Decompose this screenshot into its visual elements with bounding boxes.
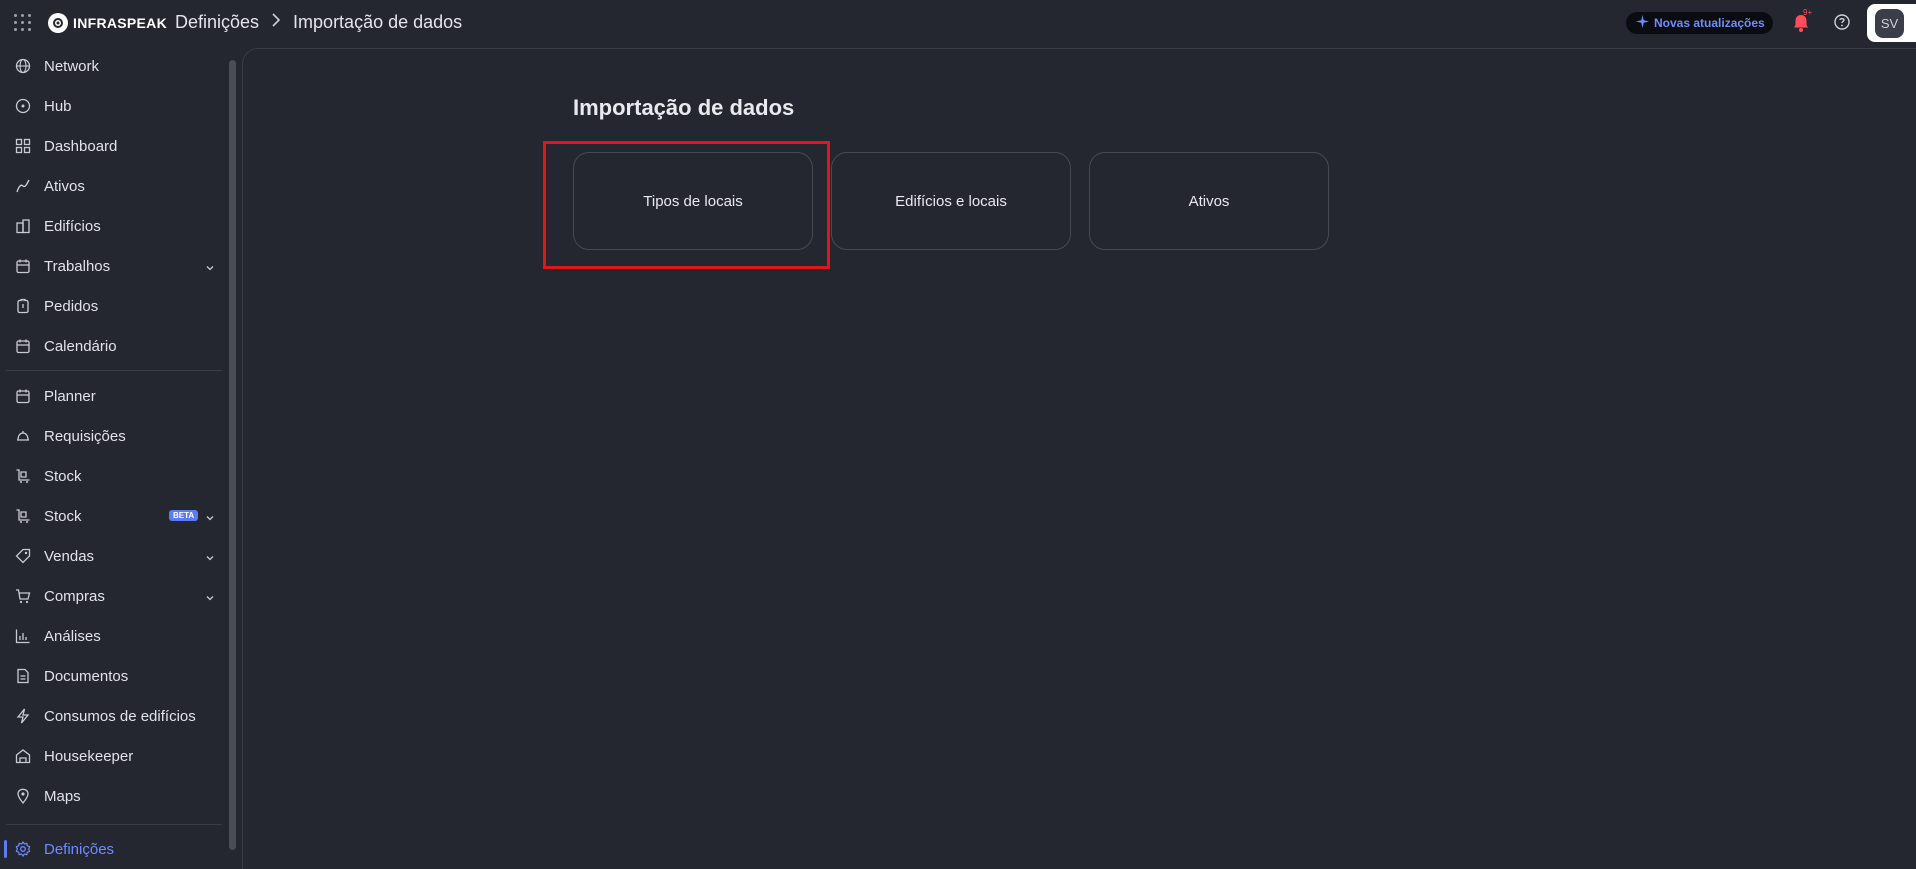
sidebar-item-label: Network (44, 57, 100, 75)
sidebar-item-label: Hub (44, 97, 72, 115)
updates-button[interactable]: Novas atualizações (1626, 12, 1773, 34)
requests-icon (15, 298, 31, 314)
sidebar-item-label: Stock (44, 507, 82, 525)
card-label: Ativos (1188, 192, 1230, 210)
sidebar-item-definicoes[interactable]: Definições (0, 829, 222, 869)
main-content (242, 48, 1916, 869)
work-icon (15, 258, 31, 274)
sidebar-item-ativos[interactable]: Ativos (0, 166, 222, 206)
sidebar-item-compras[interactable]: Compras (0, 576, 222, 616)
gear-icon (15, 840, 31, 858)
sidebar-item-planner[interactable]: Planner (0, 376, 222, 416)
sidebar-item-label: Ativos (44, 177, 85, 195)
help-icon[interactable] (1833, 13, 1853, 33)
breadcrumb: Definições Importação de dados (175, 12, 462, 33)
sidebar-item-dashboard[interactable]: Dashboard (0, 126, 222, 166)
sidebar-divider (6, 370, 222, 371)
hub-icon (15, 98, 31, 114)
cart-icon (15, 588, 31, 604)
apps-grid-icon[interactable] (14, 14, 32, 32)
sidebar-divider (6, 824, 222, 825)
sidebar-item-pedidos[interactable]: Pedidos (0, 286, 222, 326)
sidebar-item-label: Housekeeper (44, 747, 134, 765)
sidebar-item-consumos[interactable]: Consumos de edifícios (0, 696, 222, 736)
sidebar-scrollbar[interactable] (229, 60, 236, 850)
sidebar-item-analises[interactable]: Análises (0, 616, 222, 656)
beta-badge: BETA (169, 510, 199, 521)
sidebar-item-network[interactable]: Network (0, 46, 222, 86)
sidebar-item-vendas[interactable]: Vendas (0, 536, 222, 576)
analytics-icon (15, 628, 31, 644)
sidebar-item-label: Calendário (44, 337, 117, 355)
sidebar-item-trabalhos[interactable]: Trabalhos (0, 246, 222, 286)
sidebar-item-label: Dashboard (44, 137, 118, 155)
sidebar-item-stock[interactable]: Stock (0, 456, 222, 496)
assets-icon (15, 178, 31, 194)
sidebar-item-hub[interactable]: Hub (0, 86, 222, 126)
breadcrumb-current: Importação de dados (293, 12, 463, 32)
sidebar-item-label: Análises (44, 627, 101, 645)
sidebar-item-calendario[interactable]: Calendário (0, 326, 222, 366)
highlight-box (543, 141, 830, 269)
brand-logo[interactable]: INFRASPEAK (48, 13, 167, 33)
user-menu[interactable]: SV (1867, 4, 1916, 42)
network-icon (15, 58, 31, 74)
import-card-edificios-e-locais[interactable]: Edifícios e locais (831, 152, 1071, 250)
card-label: Edifícios e locais (895, 192, 1007, 210)
chevron-down-icon[interactable] (205, 590, 215, 601)
housekeeper-icon (15, 748, 31, 764)
sidebar-item-label: Planner (44, 387, 96, 405)
sidebar-item-housekeeper[interactable]: Housekeeper (0, 736, 222, 776)
sidebar-item-label: Edifícios (44, 217, 101, 235)
chevron-down-icon[interactable] (205, 550, 215, 561)
energy-icon (15, 708, 31, 724)
breadcrumb-parent[interactable]: Definições (175, 12, 259, 33)
sidebar-item-label: Maps (44, 787, 81, 805)
sidebar-item-label: Pedidos (44, 297, 99, 315)
infraspeak-logo-icon (48, 13, 68, 33)
top-bar: INFRASPEAK Definições Importação de dado… (0, 0, 1916, 46)
documents-icon (15, 668, 31, 684)
sales-icon (15, 548, 31, 564)
sidebar-item-label: Vendas (44, 547, 95, 565)
notification-badge: 9+ (1803, 8, 1813, 17)
stock-icon (15, 468, 31, 484)
avatar: SV (1875, 9, 1904, 38)
import-card-ativos[interactable]: Ativos (1089, 152, 1329, 250)
chevron-down-icon[interactable] (205, 510, 215, 521)
sidebar-item-label: Compras (44, 587, 105, 605)
stock-icon (15, 508, 31, 524)
sidebar-item-label: Documentos (44, 667, 129, 685)
sidebar-item-label: Definições (44, 840, 115, 858)
brand-name: INFRASPEAK (73, 15, 168, 31)
sidebar-item-label: Trabalhos (44, 257, 111, 275)
sidebar-item-documentos[interactable]: Documentos (0, 656, 222, 696)
sidebar-item-stock-beta[interactable]: Stock BETA (0, 496, 222, 536)
planner-icon (15, 388, 31, 404)
sidebar-item-edificios[interactable]: Edifícios (0, 206, 222, 246)
map-pin-icon (15, 788, 31, 805)
updates-label: Novas atualizações (1654, 16, 1765, 30)
requisitions-icon (15, 428, 31, 444)
sidebar-item-label: Requisições (44, 427, 126, 445)
dashboard-icon (15, 138, 31, 154)
sidebar-item-label: Consumos de edifícios (44, 707, 196, 725)
calendar-icon (15, 338, 31, 354)
buildings-icon (15, 218, 31, 234)
sidebar: Network Hub Dashboard Ativos Edifícios T… (0, 46, 228, 863)
sparkle-icon (1636, 15, 1649, 31)
page-title: Importação de dados (573, 95, 795, 120)
sidebar-item-label: Stock (44, 467, 82, 485)
chevron-right-icon (271, 13, 281, 32)
sidebar-item-requisicoes[interactable]: Requisições (0, 416, 222, 456)
chevron-down-icon[interactable] (205, 260, 215, 271)
sidebar-item-maps[interactable]: Maps (0, 776, 222, 816)
